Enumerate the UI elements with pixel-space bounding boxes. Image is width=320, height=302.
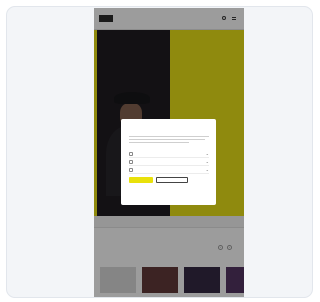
checkbox-icon[interactable] <box>129 160 133 164</box>
description-line <box>129 142 189 143</box>
cookie-settings-button[interactable] <box>156 177 188 183</box>
preview-frame: ‹ › ⌄ ⌄ ⌄ <box>6 6 313 298</box>
chevron-down-icon[interactable]: ⌄ <box>206 151 209 156</box>
checkbox-icon[interactable] <box>129 168 133 172</box>
description-line <box>129 136 209 137</box>
chevron-down-icon[interactable]: ⌄ <box>206 159 209 164</box>
checkbox-icon[interactable] <box>129 152 133 156</box>
cookie-option-row[interactable]: ⌄ <box>129 159 209 166</box>
mobile-page: ‹ › ⌄ ⌄ ⌄ <box>94 8 244 297</box>
cookie-option-row[interactable]: ⌄ <box>129 151 209 158</box>
cookie-dialog: ⌄ ⌄ ⌄ <box>121 119 216 205</box>
accept-all-button[interactable] <box>129 177 153 183</box>
cookie-option-row[interactable]: ⌄ <box>129 167 209 174</box>
description-line <box>129 139 205 140</box>
chevron-down-icon[interactable]: ⌄ <box>206 167 209 172</box>
